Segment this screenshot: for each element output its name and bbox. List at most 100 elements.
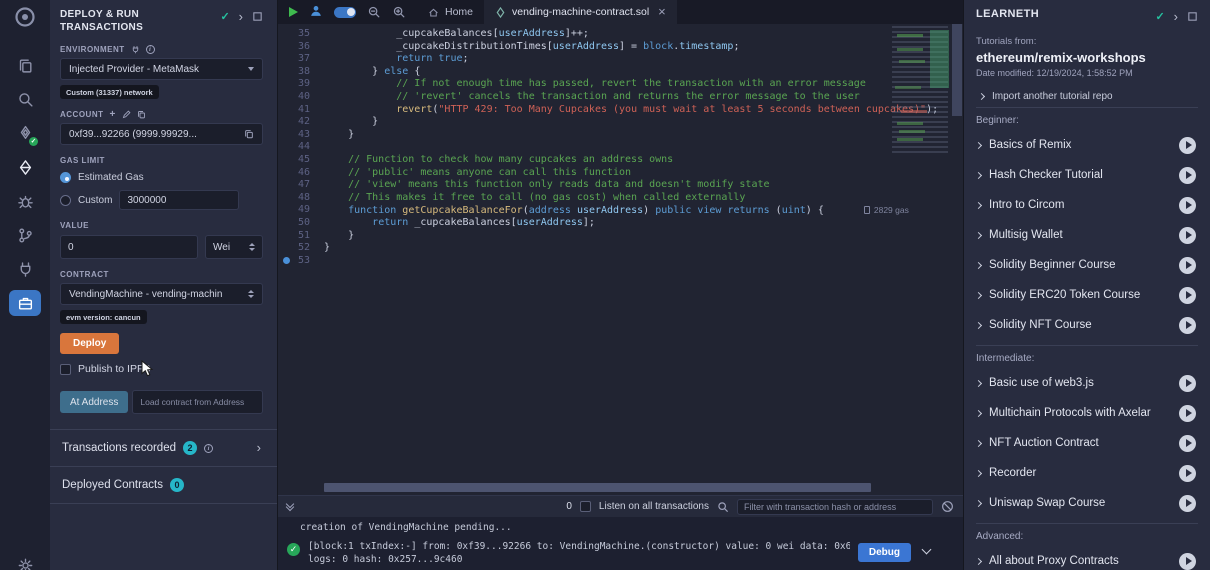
line-number[interactable]: 44 — [278, 141, 324, 154]
deploy-button[interactable]: Deploy — [60, 333, 119, 354]
code-text[interactable]: // 'public' means anyone can call this f… — [324, 167, 879, 180]
tab-contract-file[interactable]: vending-machine-contract.sol × — [484, 0, 677, 24]
learneth-focus-chevron-icon[interactable]: › — [1174, 12, 1178, 22]
terminal[interactable]: creation of VendingMachine pending... ✓ … — [278, 517, 963, 570]
zoom-in-icon[interactable] — [392, 5, 406, 19]
environment-select[interactable]: Injected Provider - MetaMask — [60, 58, 263, 80]
play-icon[interactable] — [1179, 553, 1196, 570]
environment-plug-icon[interactable] — [131, 45, 140, 54]
import-tutorial-link[interactable]: Import another tutorial repo — [976, 91, 1198, 102]
ai-assistant-icon[interactable] — [309, 4, 323, 21]
tutorial-item[interactable]: Solidity Beginner Course — [976, 250, 1198, 280]
code-text[interactable] — [324, 141, 879, 154]
code-text[interactable]: // 'view' means this function only reads… — [324, 179, 879, 192]
search-icon[interactable] — [9, 86, 41, 112]
code-text[interactable]: // If not enough time has passed, revert… — [324, 78, 879, 91]
custom-gas-input[interactable] — [119, 190, 239, 210]
transactions-info-icon[interactable]: i — [204, 444, 213, 453]
contract-select[interactable]: VendingMachine - vending-machin — [60, 283, 263, 305]
at-address-input[interactable] — [132, 390, 263, 414]
deployed-contracts-row[interactable]: Deployed Contracts 0 — [60, 467, 263, 503]
tutorial-item[interactable]: Solidity ERC20 Token Course — [976, 280, 1198, 310]
file-explorer-icon[interactable] — [9, 52, 41, 78]
terminal-filter-input[interactable] — [737, 499, 933, 515]
copilot-toggle[interactable] — [334, 7, 356, 18]
solidity-compiler-icon[interactable]: ✓ — [9, 120, 41, 146]
tutorial-item[interactable]: Recorder — [976, 458, 1198, 488]
debugger-icon[interactable] — [9, 188, 41, 214]
line-number[interactable]: 50 — [278, 217, 324, 230]
estimated-gas-option[interactable]: Estimated Gas — [60, 172, 263, 183]
copy-account-icon[interactable] — [137, 110, 146, 119]
line-number[interactable]: 52 — [278, 242, 324, 255]
zoom-out-icon[interactable] — [367, 5, 381, 19]
code-text[interactable]: return true; — [324, 53, 879, 66]
value-unit-select[interactable]: Wei — [205, 235, 263, 259]
line-number[interactable]: 41 — [278, 104, 324, 117]
play-icon[interactable] — [1179, 495, 1196, 512]
code-text[interactable]: function getCupcakeBalanceFor(address us… — [324, 204, 909, 217]
line-number[interactable]: 46 — [278, 167, 324, 180]
run-script-icon[interactable] — [289, 7, 298, 17]
code-text[interactable]: _cupcakeDistributionTimes[userAddress] =… — [324, 41, 879, 54]
estimated-gas-radio[interactable] — [60, 172, 71, 183]
custom-gas-radio[interactable] — [60, 195, 71, 206]
settings-icon[interactable] — [9, 552, 41, 570]
code-text[interactable] — [324, 255, 879, 268]
play-icon[interactable] — [1179, 137, 1196, 154]
tutorial-item[interactable]: NFT Auction Contract — [976, 428, 1198, 458]
expand-terminal-icon[interactable] — [287, 504, 293, 510]
code-editor[interactable]: 35 _cupcakeBalances[userAddress]++;36 _c… — [278, 24, 963, 495]
editor-horizontal-scrollbar[interactable] — [324, 483, 871, 492]
line-number[interactable]: 49 — [278, 204, 324, 217]
line-number[interactable]: 47 — [278, 179, 324, 192]
expand-tx-chevron-icon[interactable] — [922, 545, 932, 555]
transactions-recorded-row[interactable]: Transactions recorded 2 i › — [60, 430, 263, 466]
code-text[interactable]: } — [324, 230, 879, 243]
play-icon[interactable] — [1179, 375, 1196, 392]
learneth-icon[interactable] — [9, 290, 41, 316]
plugin-manager-icon[interactable] — [9, 256, 41, 282]
remix-logo[interactable] — [12, 4, 38, 30]
code-text[interactable]: _cupcakeBalances[userAddress]++; — [324, 28, 879, 41]
tutorial-item[interactable]: Basics of Remix — [976, 130, 1198, 160]
line-number[interactable]: 48 — [278, 192, 324, 205]
chevron-right-icon[interactable]: › — [257, 443, 261, 453]
close-tab-icon[interactable]: × — [658, 7, 666, 17]
minimap[interactable] — [892, 26, 948, 154]
line-number[interactable]: 38 — [278, 66, 324, 79]
line-number[interactable]: 37 — [278, 53, 324, 66]
line-number[interactable]: 39 — [278, 78, 324, 91]
play-icon[interactable] — [1179, 405, 1196, 422]
clear-terminal-icon[interactable] — [941, 500, 954, 513]
code-text[interactable]: } else { — [324, 66, 879, 79]
add-account-icon[interactable]: + — [110, 111, 116, 119]
tutorial-item[interactable]: All about Proxy Contracts — [976, 546, 1198, 570]
tutorial-item[interactable]: Basic use of web3.js — [976, 368, 1198, 398]
custom-gas-option[interactable]: Custom — [60, 190, 263, 210]
at-address-button[interactable]: At Address — [60, 391, 128, 413]
terminal-search-icon[interactable] — [717, 501, 729, 513]
copy-icon[interactable] — [244, 129, 254, 139]
code-text[interactable]: } — [324, 116, 879, 129]
tutorial-item[interactable]: Uniswap Swap Course — [976, 488, 1198, 518]
play-icon[interactable] — [1179, 227, 1196, 244]
tutorial-item[interactable]: Intro to Circom — [976, 190, 1198, 220]
tutorial-item[interactable]: Multisig Wallet — [976, 220, 1198, 250]
code-text[interactable]: // 'revert' cancels the transaction and … — [324, 91, 879, 104]
play-icon[interactable] — [1179, 465, 1196, 482]
scrollbar-thumb[interactable] — [952, 24, 962, 116]
play-icon[interactable] — [1179, 317, 1196, 334]
play-icon[interactable] — [1179, 167, 1196, 184]
source-control-icon[interactable] — [9, 222, 41, 248]
play-icon[interactable] — [1179, 197, 1196, 214]
code-text[interactable]: } — [324, 242, 879, 255]
account-select[interactable]: 0xf39...92266 (9999.99929... — [60, 123, 263, 145]
panel-focus-chevron-icon[interactable]: › — [239, 12, 243, 22]
line-number[interactable]: 35 — [278, 28, 324, 41]
editor-vertical-scrollbar[interactable] — [950, 24, 963, 481]
play-icon[interactable] — [1179, 287, 1196, 304]
line-number[interactable]: 45 — [278, 154, 324, 167]
scrollbar-thumb[interactable] — [324, 483, 871, 492]
code-text[interactable]: // This makes it free to call (no gas co… — [324, 192, 879, 205]
